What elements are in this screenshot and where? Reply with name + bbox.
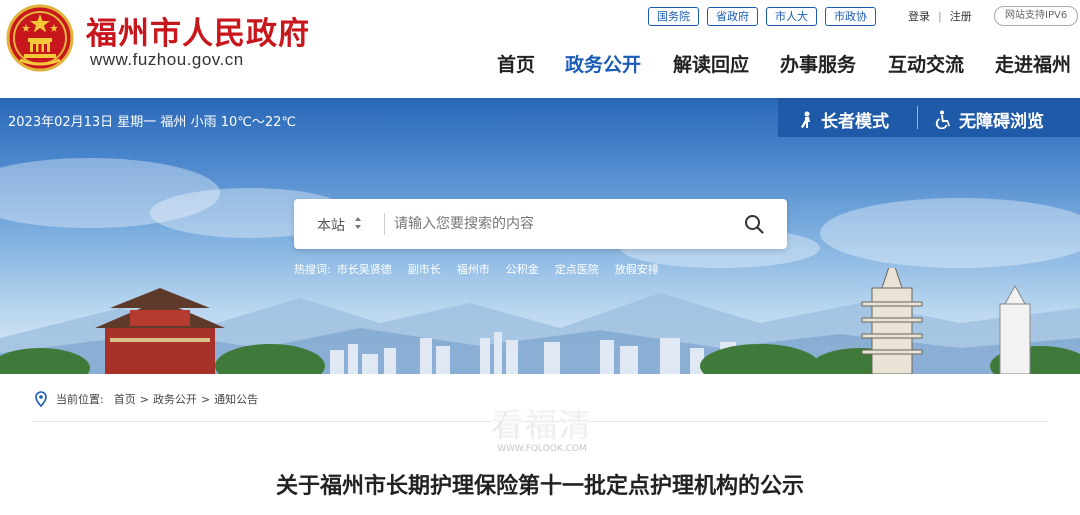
weather-date-info: 2023年02月13日 星期一 福州 小雨 10℃～22℃	[8, 115, 296, 130]
site-header: 福州市人民政府 www.fuzhou.gov.cn 国务院 省政府 市人大 市政…	[0, 0, 1080, 98]
hot-word[interactable]: 市长吴贤德	[337, 261, 392, 277]
login-link[interactable]: 登录	[908, 8, 930, 24]
site-url: www.fuzhou.gov.cn	[90, 50, 244, 69]
top-link-provincial-gov[interactable]: 省政府	[707, 7, 758, 26]
breadcrumb: 当前位置: 首页 > 政务公开 > 通知公告	[34, 391, 258, 407]
updown-arrow-icon[interactable]	[354, 215, 362, 231]
top-links: 国务院 省政府 市人大 市政协	[648, 7, 876, 26]
cloud-decoration	[820, 198, 1080, 268]
banner: 2023年02月13日 星期一 福州 小雨 10℃～22℃ 长者模式 无障碍浏览…	[0, 98, 1080, 374]
location-pin-icon	[35, 391, 47, 407]
divider	[917, 106, 918, 129]
nav-about-fuzhou[interactable]: 走进福州	[995, 50, 1071, 77]
hot-word[interactable]: 福州市	[457, 261, 490, 277]
elder-person-icon	[801, 111, 810, 128]
article-title: 关于福州市长期护理保险第十一批定点护理机构的公示	[275, 474, 804, 499]
top-link-cppcc[interactable]: 市政协	[825, 7, 876, 26]
site-title[interactable]: 福州市人民政府	[86, 8, 310, 53]
search-scope-select[interactable]: 本站	[317, 215, 345, 235]
search-input[interactable]	[394, 211, 724, 237]
nav-interpretation[interactable]: 解读回应	[673, 50, 749, 77]
nav-services[interactable]: 办事服务	[780, 50, 856, 77]
national-emblem-icon	[6, 4, 74, 72]
hot-search-label: 热搜词:	[294, 263, 331, 276]
hot-word[interactable]: 公积金	[506, 261, 539, 277]
nav-government-affairs[interactable]: 政务公开	[565, 50, 641, 77]
elder-mode-button[interactable]: 长者模式	[798, 107, 889, 132]
article-content: 当前位置: 首页 > 政务公开 > 通知公告 关于福州市长期护理保险第十一批定点…	[8, 374, 1072, 515]
breadcrumb-separator: >	[139, 392, 149, 406]
top-link-npc[interactable]: 市人大	[766, 7, 817, 26]
hot-search-words: 热搜词: 市长吴贤德 副市长 福州市 公积金 定点医院 放假安排	[294, 261, 675, 277]
accessible-browse-label: 无障碍浏览	[959, 112, 1044, 132]
breadcrumb-notices[interactable]: 通知公告	[214, 391, 258, 407]
login-area: 登录 | 注册	[908, 8, 972, 24]
city-landscape-illustration	[0, 268, 1080, 374]
register-link[interactable]: 注册	[950, 8, 972, 24]
nav-interaction[interactable]: 互动交流	[888, 50, 964, 77]
breadcrumb-home[interactable]: 首页	[114, 391, 136, 407]
elder-mode-label: 长者模式	[821, 112, 889, 132]
accessible-browse-button[interactable]: 无障碍浏览	[934, 107, 1044, 132]
nav-home[interactable]: 首页	[497, 50, 535, 77]
wheelchair-icon	[935, 110, 950, 129]
divider	[384, 213, 385, 235]
ipv6-badge: 网站支持IPV6	[994, 6, 1079, 26]
divider: |	[938, 9, 942, 23]
breadcrumb-separator: >	[200, 392, 211, 406]
accessibility-bar: 长者模式 无障碍浏览	[778, 98, 1080, 137]
hot-word[interactable]: 放假安排	[615, 261, 659, 277]
divider	[32, 421, 1048, 422]
top-link-state-council[interactable]: 国务院	[648, 7, 699, 26]
breadcrumb-government-affairs[interactable]: 政务公开	[153, 391, 197, 407]
search-box: 本站	[294, 199, 787, 249]
breadcrumb-label: 当前位置:	[56, 393, 104, 406]
hot-word[interactable]: 定点医院	[555, 261, 599, 277]
hot-word[interactable]: 副市长	[408, 261, 441, 277]
search-icon[interactable]	[743, 213, 765, 235]
